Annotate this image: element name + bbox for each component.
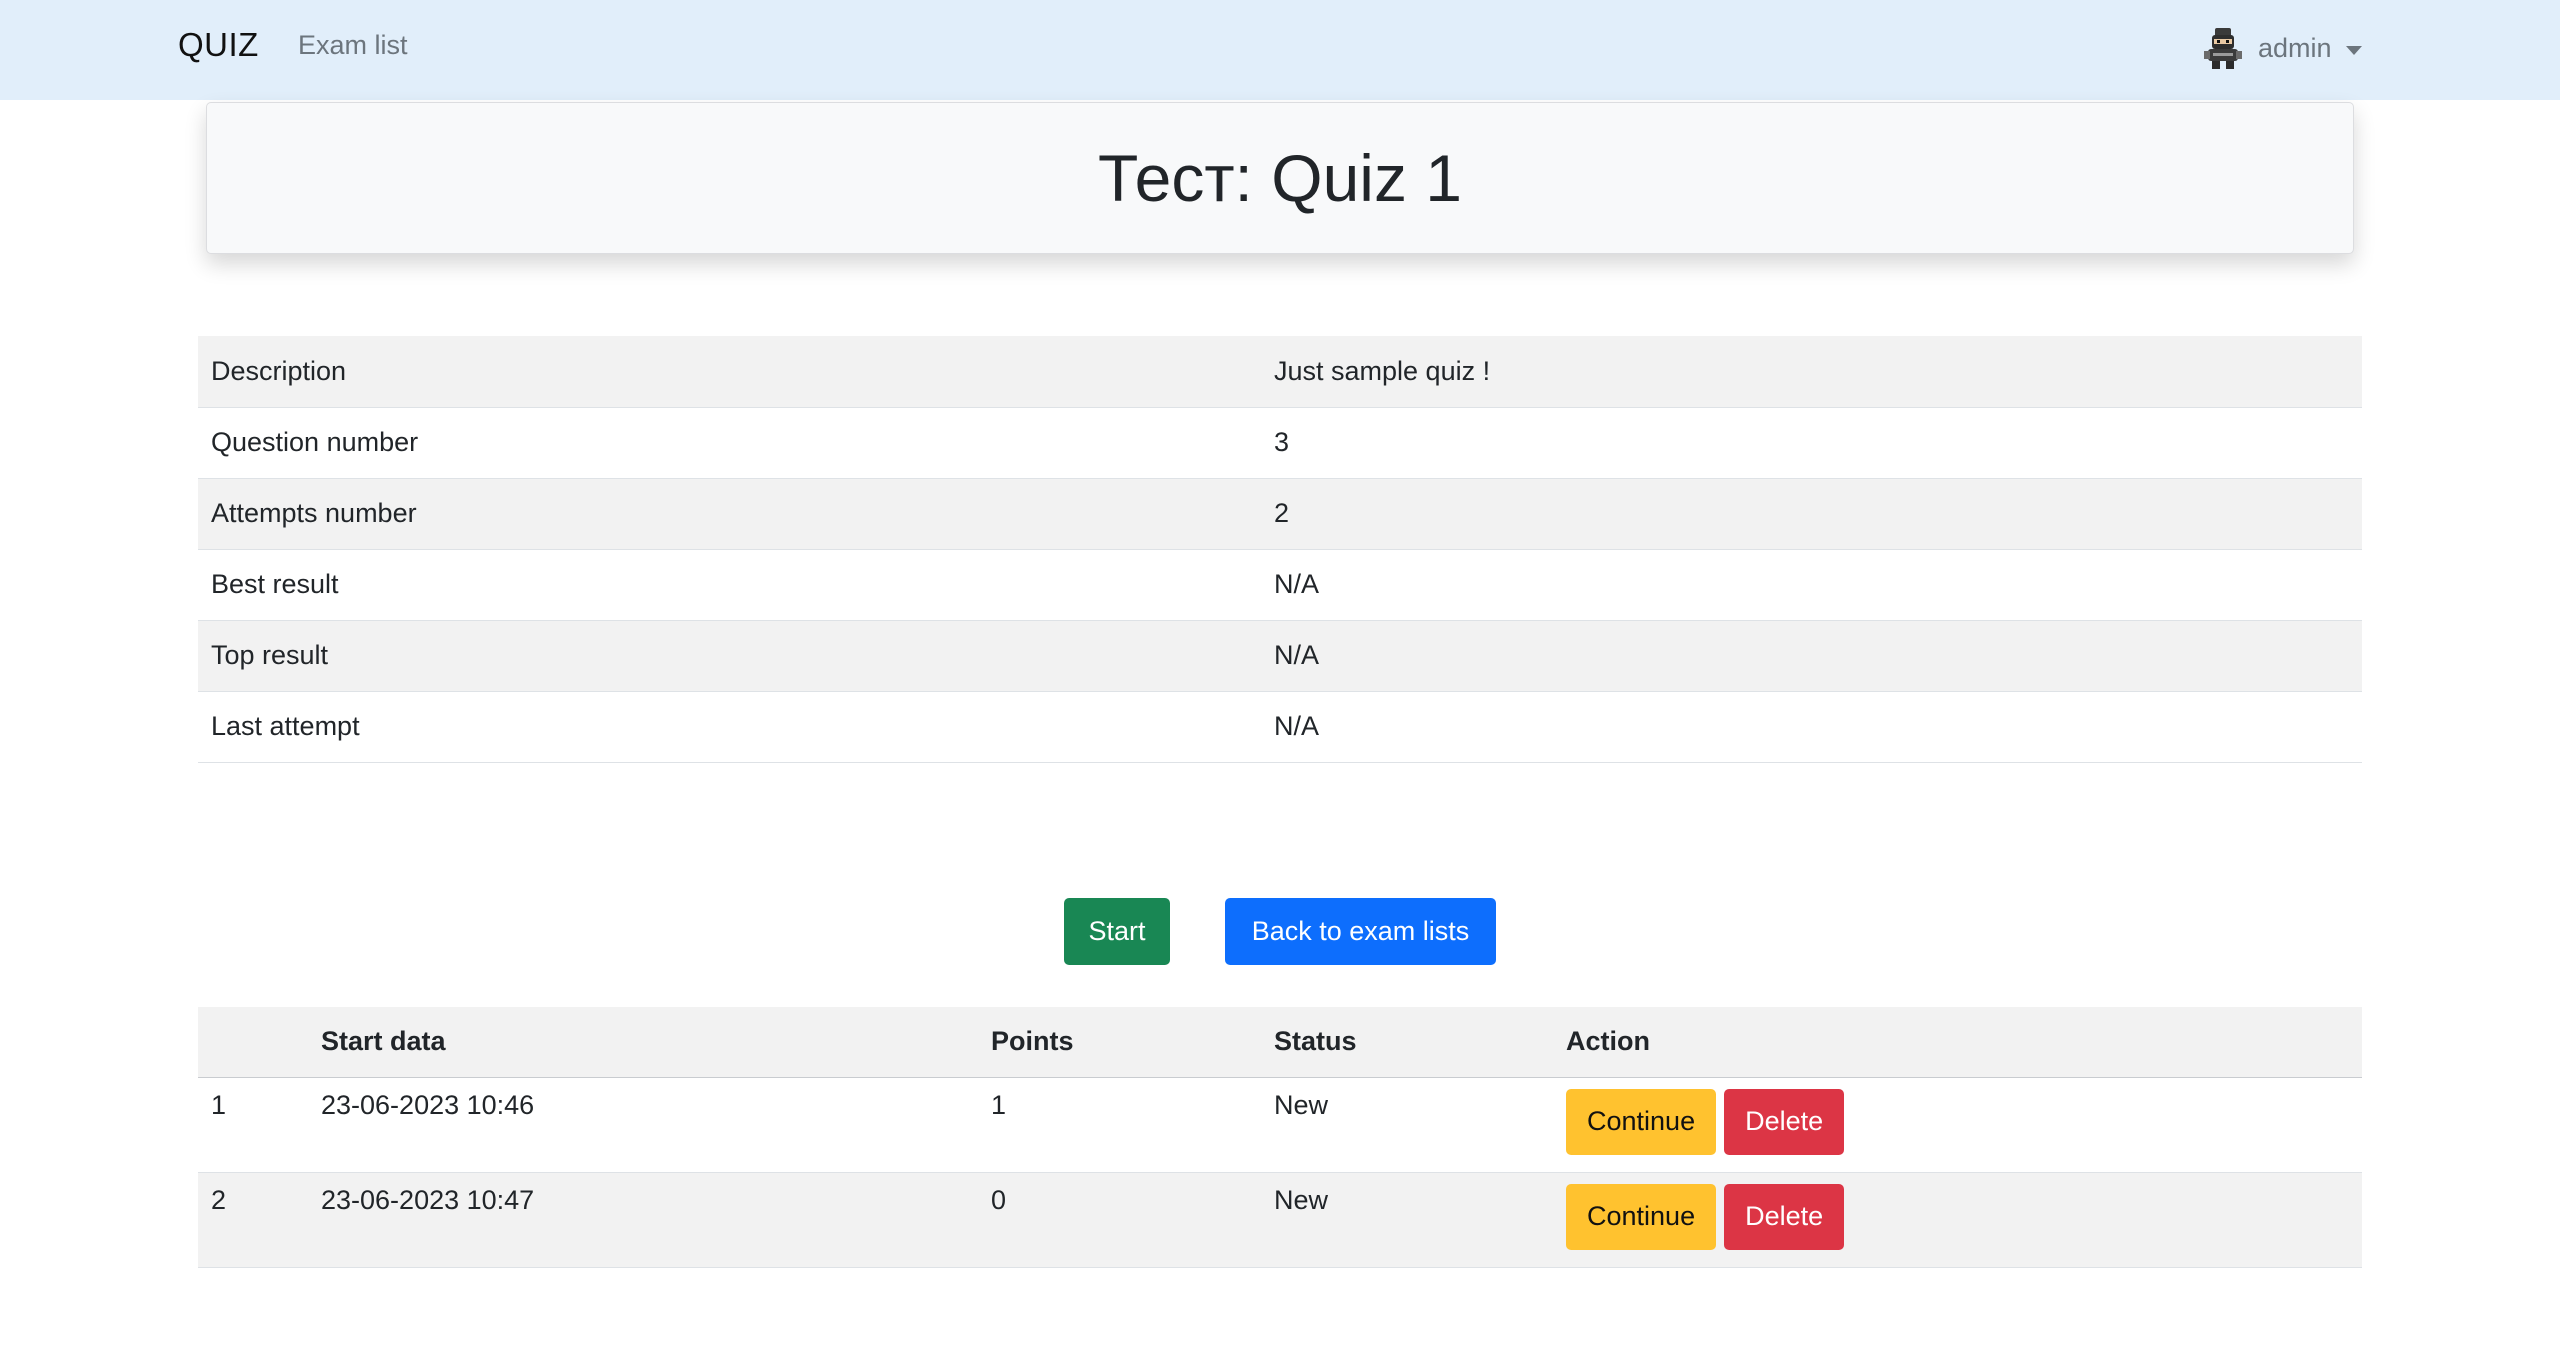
info-label: Top result — [198, 620, 1261, 692]
table-row: Question number 3 — [198, 407, 2362, 479]
table-row: 2 23-06-2023 10:47 0 New Continue Delete — [198, 1172, 2362, 1268]
continue-button[interactable]: Continue — [1566, 1088, 1717, 1155]
table-row: Attempts number 2 — [198, 478, 2362, 550]
info-value: N/A — [1261, 691, 2362, 763]
attempts-table: Start data Points Status Action 1 23-06-… — [198, 1007, 2362, 1268]
attempt-actions: Continue Delete — [1553, 1172, 2362, 1268]
info-label: Attempts number — [198, 478, 1261, 550]
delete-button[interactable]: Delete — [1724, 1088, 1845, 1155]
attempt-points: 0 — [978, 1172, 1261, 1268]
continue-button[interactable]: Continue — [1566, 1183, 1717, 1250]
table-row: 1 23-06-2023 10:46 1 New Continue Delete — [198, 1077, 2362, 1173]
user-menu-dropdown[interactable]: admin — [2202, 20, 2362, 76]
info-value: N/A — [1261, 549, 2362, 621]
top-navbar: QUIZ Exam list admin — [0, 0, 2560, 100]
attempt-actions: Continue Delete — [1553, 1077, 2362, 1173]
quiz-info-table: Description Just sample quiz ! Question … — [198, 336, 2362, 763]
column-header-status: Status — [1261, 1007, 1553, 1078]
table-row: Description Just sample quiz ! — [198, 336, 2362, 408]
delete-button[interactable]: Delete — [1724, 1183, 1845, 1250]
table-header-row: Start data Points Status Action — [198, 1007, 2362, 1078]
column-header-points: Points — [978, 1007, 1261, 1078]
attempt-status: New — [1261, 1077, 1553, 1173]
table-row: Best result N/A — [198, 549, 2362, 621]
info-label: Question number — [198, 407, 1261, 479]
start-button[interactable]: Start — [1064, 898, 1170, 965]
column-header-start-data: Start data — [308, 1007, 978, 1078]
nav-link-exam-list[interactable]: Exam list — [298, 30, 408, 61]
column-header-action: Action — [1553, 1007, 2362, 1078]
attempt-start-date: 23-06-2023 10:46 — [308, 1077, 978, 1173]
caret-down-icon — [2345, 45, 2362, 55]
quiz-title-card: Тест: Quiz 1 — [206, 102, 2354, 254]
info-value: 2 — [1261, 478, 2362, 550]
page-title: Тест: Quiz 1 — [1098, 141, 1462, 215]
table-row: Top result N/A — [198, 620, 2362, 692]
info-label: Best result — [198, 549, 1261, 621]
info-value: Just sample quiz ! — [1261, 336, 2362, 408]
attempt-start-date: 23-06-2023 10:47 — [308, 1172, 978, 1268]
info-label: Last attempt — [198, 691, 1261, 763]
info-value: 3 — [1261, 407, 2362, 479]
brand-logo[interactable]: QUIZ — [178, 26, 259, 64]
attempt-number: 2 — [198, 1172, 308, 1268]
column-header-number — [198, 1007, 308, 1078]
user-name: admin — [2258, 32, 2332, 63]
ninja-avatar-icon — [2204, 28, 2242, 69]
table-row: Last attempt N/A — [198, 691, 2362, 763]
back-to-exam-lists-button[interactable]: Back to exam lists — [1225, 898, 1496, 965]
attempt-status: New — [1261, 1172, 1553, 1268]
info-label: Description — [198, 336, 1261, 408]
attempt-points: 1 — [978, 1077, 1261, 1173]
info-value: N/A — [1261, 620, 2362, 692]
attempt-number: 1 — [198, 1077, 308, 1173]
